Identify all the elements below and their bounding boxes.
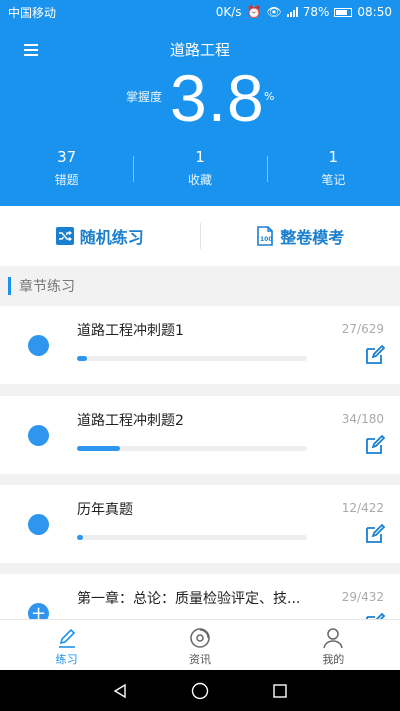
edit-icon[interactable]	[364, 523, 386, 545]
network-speed: 0K/s	[215, 5, 242, 19]
section-title: 章节练习	[19, 279, 75, 295]
chapter-title: 道路工程冲刺题2	[77, 413, 184, 429]
chapter-progress-track	[77, 535, 307, 540]
battery-percent: 78%	[302, 5, 330, 19]
signal-icon	[286, 7, 298, 17]
system-nav-bar	[0, 670, 400, 711]
tab-news-label: 资讯	[188, 653, 211, 666]
chapter-count: 34/180	[341, 412, 384, 426]
chapter-status-dot	[28, 335, 49, 356]
section-header: 章节练习	[0, 266, 400, 306]
carrier-label: 中国移动	[8, 5, 57, 20]
random-practice-label: 随机练习	[79, 228, 144, 247]
svg-text:100: 100	[260, 236, 273, 243]
chapter-card[interactable]: 历年真题 12/422	[0, 485, 400, 563]
header: 道路工程 掌握度 3.8 % 37 错题 1 收藏 1 笔记	[0, 24, 400, 206]
chapter-progress-fill	[77, 446, 121, 451]
home-icon[interactable]	[191, 682, 209, 700]
shuffle-icon	[55, 227, 74, 245]
stat-favorites-value: 1	[195, 148, 205, 166]
stat-notes-label: 笔记	[321, 173, 346, 187]
exam-paper-icon: 100	[256, 226, 274, 246]
chapter-count: 27/629	[341, 322, 384, 336]
disc-icon	[190, 628, 210, 648]
random-practice-button[interactable]: 随机练习	[0, 224, 200, 248]
bottom-nav: 练习 资讯 我的	[0, 619, 400, 670]
alarm-icon: ⏰	[246, 5, 262, 19]
stat-notes-value: 1	[328, 148, 339, 166]
back-icon[interactable]	[112, 683, 128, 699]
chapter-count: 29/432	[341, 590, 384, 604]
chapter-title: 历年真题	[77, 502, 133, 518]
mastery-unit: %	[264, 90, 275, 103]
chapter-status-dot	[28, 514, 49, 535]
tab-news[interactable]: 资讯	[133, 620, 266, 670]
chapter-card[interactable]: 道路工程冲刺题2 34/180	[0, 396, 400, 474]
mastery-label: 掌握度	[126, 90, 163, 104]
tab-profile-label: 我的	[322, 653, 345, 666]
chapter-progress-track	[77, 356, 307, 361]
recents-icon[interactable]	[272, 683, 288, 699]
stat-favorites-label: 收藏	[187, 173, 212, 187]
stat-wrong-value: 37	[57, 148, 77, 166]
tab-profile[interactable]: 我的	[267, 620, 400, 670]
tab-practice-label: 练习	[55, 653, 78, 666]
stat-notes[interactable]: 1 笔记	[266, 148, 400, 188]
chapter-count: 12/422	[341, 501, 384, 515]
tab-practice[interactable]: 练习	[0, 620, 133, 670]
quick-actions: 随机练习 100 整卷模考	[0, 206, 400, 266]
edit-icon[interactable]	[364, 434, 386, 456]
stats-row: 37 错题 1 收藏 1 笔记	[0, 148, 400, 188]
page-title: 道路工程	[169, 41, 230, 59]
chapter-progress-fill	[77, 535, 84, 540]
chapter-title: 第一章：总论：质量检验评定、技...	[77, 591, 301, 607]
status-icons: 0K/s ⏰ 👁 78% 08:50	[216, 5, 392, 19]
stat-wrong[interactable]: 37 错题	[0, 148, 133, 188]
clock: 08:50	[357, 5, 392, 19]
chapter-progress-fill	[77, 356, 87, 361]
battery-icon	[334, 7, 353, 17]
chapter-title: 道路工程冲刺题1	[77, 323, 184, 339]
full-exam-label: 整卷模考	[280, 228, 345, 247]
chapter-progress-track	[77, 446, 307, 451]
chapter-status-dot	[28, 425, 49, 446]
mastery-value: 3.8	[170, 61, 265, 135]
edit-icon[interactable]	[364, 344, 386, 366]
eye-icon: 👁	[266, 5, 282, 19]
full-exam-button[interactable]: 100 整卷模考	[201, 224, 400, 248]
stat-favorites[interactable]: 1 收藏	[133, 148, 266, 188]
status-bar: 中国移动 0K/s ⏰ 👁 78% 08:50	[0, 0, 400, 24]
chapter-card[interactable]: 道路工程冲刺题1 27/629	[0, 306, 400, 384]
pencil-icon	[58, 628, 75, 648]
user-icon	[323, 628, 344, 649]
section-accent-bar	[8, 277, 11, 295]
stat-wrong-label: 错题	[54, 173, 79, 187]
